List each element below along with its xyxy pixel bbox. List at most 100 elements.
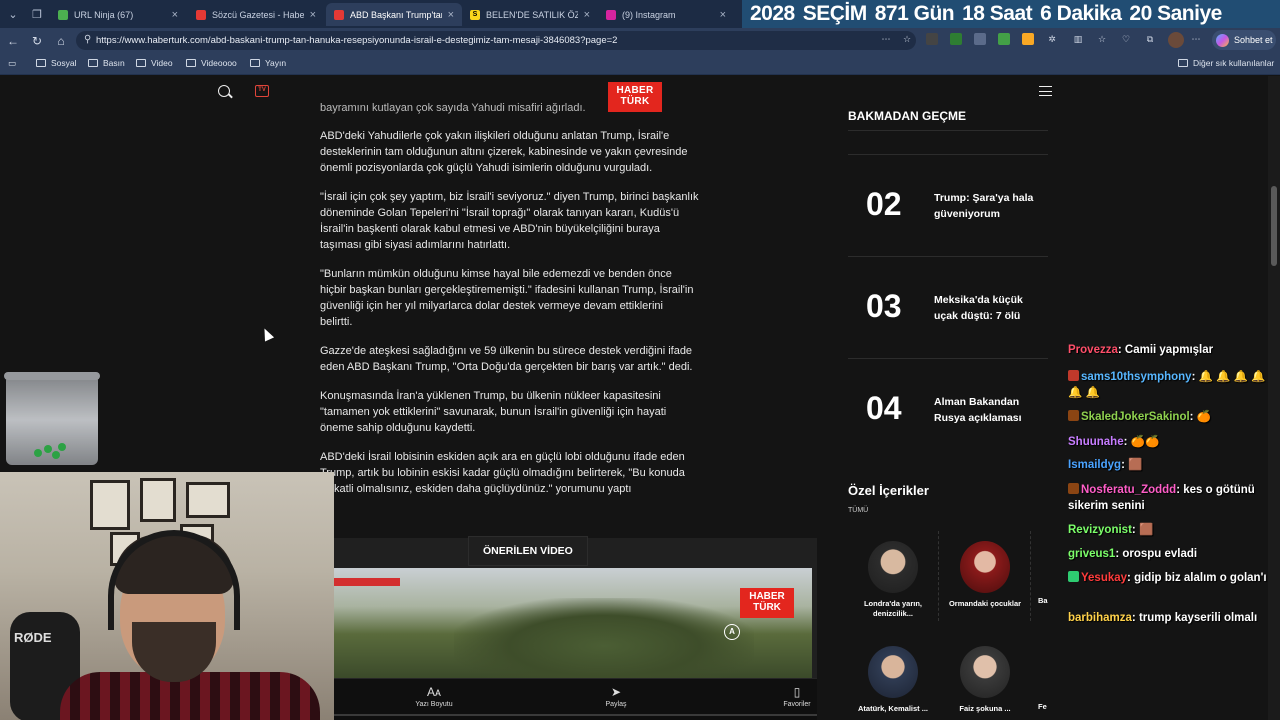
extensions-icon[interactable]: ✲ bbox=[1046, 33, 1058, 45]
extension-icon[interactable] bbox=[1022, 33, 1034, 45]
close-icon[interactable]: × bbox=[310, 9, 316, 21]
chat-badge-icon bbox=[1068, 410, 1079, 421]
copilot-chat-button[interactable]: Sohbet et bbox=[1212, 30, 1276, 50]
special-content-title: Özel İçerikler bbox=[848, 483, 929, 498]
site-info-icon[interactable]: ⚲ bbox=[84, 34, 91, 45]
divider bbox=[848, 154, 1048, 155]
hamburger-menu-icon[interactable] bbox=[1039, 86, 1052, 96]
search-icon[interactable] bbox=[218, 85, 230, 97]
article-paragraph: "Bunların mümkün olduğunu kimse hayal bi… bbox=[320, 266, 730, 330]
extension-icon[interactable] bbox=[950, 33, 962, 45]
favorite-star-icon[interactable]: ☆ bbox=[901, 33, 913, 45]
all-link[interactable]: TÜMÜ bbox=[848, 507, 868, 514]
haberturk-logo[interactable]: HABER TÜRK bbox=[608, 82, 662, 112]
divider bbox=[1030, 531, 1031, 621]
other-bookmarks[interactable]: Diğer sık kullanılanlar bbox=[1178, 58, 1274, 68]
bookmark-basin[interactable]: Basın bbox=[88, 58, 125, 68]
article-line: döneminde Golan Tepeleri'ni "İsrail topr… bbox=[320, 207, 680, 219]
favorites-icon[interactable]: ☆ bbox=[1096, 33, 1108, 45]
tab-sozcu[interactable]: Sözcü Gazetesi - Haberler, S × bbox=[188, 3, 324, 26]
bookmark-label: Sosyal bbox=[51, 58, 77, 68]
divider bbox=[848, 256, 1048, 257]
bookmark-video[interactable]: Video bbox=[136, 58, 173, 68]
extension-icon[interactable] bbox=[926, 33, 938, 45]
divider bbox=[938, 531, 939, 621]
special-content-card[interactable]: Faiz şokuna ... bbox=[940, 646, 1030, 714]
webcam-overlay: RØDE bbox=[0, 472, 334, 720]
workspaces-icon[interactable]: ❐ bbox=[28, 5, 46, 23]
reload-icon[interactable]: ↻ bbox=[28, 32, 46, 50]
bookmark-videoooo[interactable]: Videoooo bbox=[186, 58, 237, 68]
chat-text: 🍊 bbox=[1196, 411, 1212, 423]
close-icon[interactable]: × bbox=[172, 9, 178, 21]
sidebar-item-link[interactable]: Meksika'da küçük uçak düştü: 7 ölü bbox=[934, 292, 1048, 324]
home-icon[interactable]: ⌂ bbox=[52, 32, 70, 50]
favorites-button[interactable]: ▯ Favoriler bbox=[757, 685, 837, 708]
chat-text: 🍊🍊 bbox=[1130, 436, 1160, 448]
action-label: Yazı Boyutu bbox=[415, 701, 453, 708]
menu-icon[interactable]: ⋯ bbox=[1190, 33, 1202, 45]
tab-favicon bbox=[606, 9, 616, 20]
folder-icon bbox=[36, 59, 46, 67]
tv-icon[interactable]: TV bbox=[255, 85, 269, 97]
chat-badge-icon bbox=[1068, 483, 1079, 494]
chat-text: 🟫 bbox=[1128, 459, 1143, 471]
scroll-thumb[interactable] bbox=[1271, 186, 1277, 266]
tab-strip: ⌄ ❐ URL Ninja (67) × Sözcü Gazetesi - Ha… bbox=[0, 0, 1280, 28]
special-content-card[interactable]: Ba bbox=[1038, 596, 1058, 606]
chat-message: Ismaildyg: 🟫 bbox=[1068, 457, 1274, 473]
bookmark-yayin[interactable]: Yayın bbox=[250, 58, 286, 68]
tab-instagram[interactable]: (9) Instagram × bbox=[598, 3, 734, 26]
card-caption: Ormandaki çocuklar bbox=[948, 599, 1022, 608]
article-paragraph: Gazze'de ateşkesi sağladığını ve 59 ülke… bbox=[320, 343, 730, 375]
special-content-card[interactable]: Londra'da yarın, denizcilik... bbox=[848, 541, 938, 619]
font-size-button[interactable]: Aᴀ Yazı Boyutu bbox=[394, 685, 474, 708]
video-thumbnail[interactable] bbox=[334, 568, 812, 678]
browser-essentials-icon[interactable]: ♡ bbox=[1120, 33, 1132, 45]
url-bar[interactable]: ⚲ https://www.haberturk.com/abd-baskani-… bbox=[76, 31, 916, 50]
reader-icon[interactable]: ⋯ bbox=[880, 33, 892, 45]
action-label: Paylaş bbox=[605, 701, 627, 708]
card-caption: Atatürk, Kemalist ... bbox=[857, 704, 929, 713]
tab-url-ninja[interactable]: URL Ninja (67) × bbox=[50, 3, 186, 26]
tab-haberturk[interactable]: ABD Başkanı Trump'tan Ha × bbox=[326, 3, 462, 26]
article-line: "Bunların mümkün olduğunu kimse hayal bi… bbox=[320, 268, 672, 280]
url-text[interactable]: https://www.haberturk.com/abd-baskani-tr… bbox=[96, 35, 617, 46]
bookmark-sosyal[interactable]: Sosyal bbox=[36, 58, 77, 68]
divider bbox=[848, 130, 1048, 131]
article-line: ABD'deki İsrail lobisinin eskiden açık a… bbox=[320, 451, 685, 463]
countdown-year: 2028 bbox=[750, 2, 795, 25]
sidebar-item-link[interactable]: Alman Bakandan Rusya açıklaması bbox=[934, 394, 1048, 426]
action-label: Favoriler bbox=[783, 701, 811, 708]
close-icon[interactable]: × bbox=[720, 9, 726, 21]
chat-separator: : bbox=[1123, 436, 1131, 448]
bookmarks-toggle-icon[interactable]: ▭ bbox=[8, 58, 16, 69]
progress-line bbox=[334, 714, 817, 716]
tab-list-icon[interactable]: ⌄ bbox=[4, 5, 22, 23]
tab-belen[interactable]: S BELEN'DE SATILIK ÖZEL TA × bbox=[462, 3, 598, 26]
special-content-card[interactable]: Fe bbox=[1038, 702, 1058, 712]
share-button[interactable]: ➤ Paylaş bbox=[576, 685, 656, 708]
profile-avatar[interactable] bbox=[1168, 32, 1184, 48]
bookmark-label: Diğer sık kullanılanlar bbox=[1193, 58, 1275, 68]
chat-username: SkaledJokerSakinol bbox=[1081, 411, 1190, 423]
back-icon[interactable]: ← bbox=[4, 32, 22, 50]
sidebar-item-link[interactable]: Trump: Şara'ya hala güveniyorum bbox=[934, 190, 1048, 222]
special-content-card[interactable]: Atatürk, Kemalist ... bbox=[848, 646, 938, 714]
extension-icon[interactable] bbox=[998, 33, 1010, 45]
article-line: ABD'deki Yahudilerle çok yakın ilişkiler… bbox=[320, 130, 670, 142]
chat-separator: : bbox=[1131, 524, 1139, 536]
close-icon[interactable]: × bbox=[448, 9, 454, 21]
close-icon[interactable]: × bbox=[584, 9, 590, 21]
collections-icon[interactable]: ⧉ bbox=[1144, 33, 1156, 45]
extension-icon[interactable] bbox=[974, 33, 986, 45]
mic-brand: RØDE bbox=[14, 630, 52, 645]
special-content-card[interactable]: Ormandaki çocuklar bbox=[940, 541, 1030, 609]
chat-username: Nosferatu_Zoddd bbox=[1081, 484, 1177, 496]
chat-message: barbihamza: trump kayserili olmalı bbox=[1068, 610, 1274, 626]
chat-message: SkaledJokerSakinol: 🍊 bbox=[1068, 409, 1274, 425]
split-screen-icon[interactable]: ▥ bbox=[1072, 33, 1084, 45]
article-line: belirtti. bbox=[320, 316, 353, 328]
article-line: İsrail'in başkenti olarak kabul etmesi v… bbox=[320, 223, 660, 235]
avatar bbox=[868, 541, 918, 593]
